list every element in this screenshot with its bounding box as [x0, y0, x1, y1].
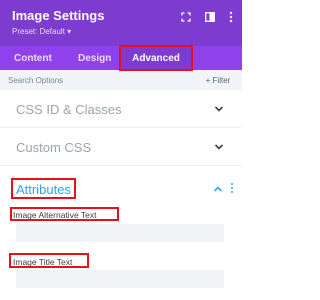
section-custom-css[interactable]: Custom CSS: [0, 130, 242, 166]
search-input[interactable]: [8, 73, 188, 87]
image-alt-text-label: Image Alternative Text: [13, 210, 97, 220]
search-row: + Filter: [0, 70, 242, 90]
section-attributes-header[interactable]: Attributes: [16, 182, 71, 197]
kebab-menu-icon[interactable]: [224, 10, 238, 24]
tab-design[interactable]: Design: [78, 46, 111, 70]
filter-button[interactable]: + Filter: [198, 73, 238, 87]
section-label: CSS ID & Classes: [16, 102, 122, 117]
image-title-text-label: Image Title Text: [13, 257, 73, 267]
section-css-id-classes[interactable]: CSS ID & Classes: [0, 92, 242, 128]
tab-bar: Content Design Advanced: [0, 46, 242, 70]
tab-content[interactable]: Content: [14, 46, 52, 70]
panel-header: Image Settings Preset: Default ▾: [0, 0, 242, 46]
section-options-icon[interactable]: [229, 181, 235, 195]
image-alt-text-input[interactable]: [16, 224, 224, 242]
preset-selector[interactable]: Preset: Default ▾: [12, 27, 71, 36]
expand-icon[interactable]: [179, 10, 193, 24]
chevron-down-icon: [214, 106, 224, 112]
settings-panel: Image Settings Preset: Default ▾ Content…: [0, 0, 242, 300]
tab-advanced[interactable]: Advanced: [120, 46, 192, 70]
chevron-up-icon[interactable]: [213, 185, 223, 193]
chevron-down-icon: [214, 144, 224, 150]
sidebar-toggle-icon[interactable]: [203, 10, 217, 24]
section-label: Custom CSS: [16, 140, 92, 155]
panel-title: Image Settings: [12, 8, 105, 23]
image-title-text-input[interactable]: [16, 270, 224, 288]
